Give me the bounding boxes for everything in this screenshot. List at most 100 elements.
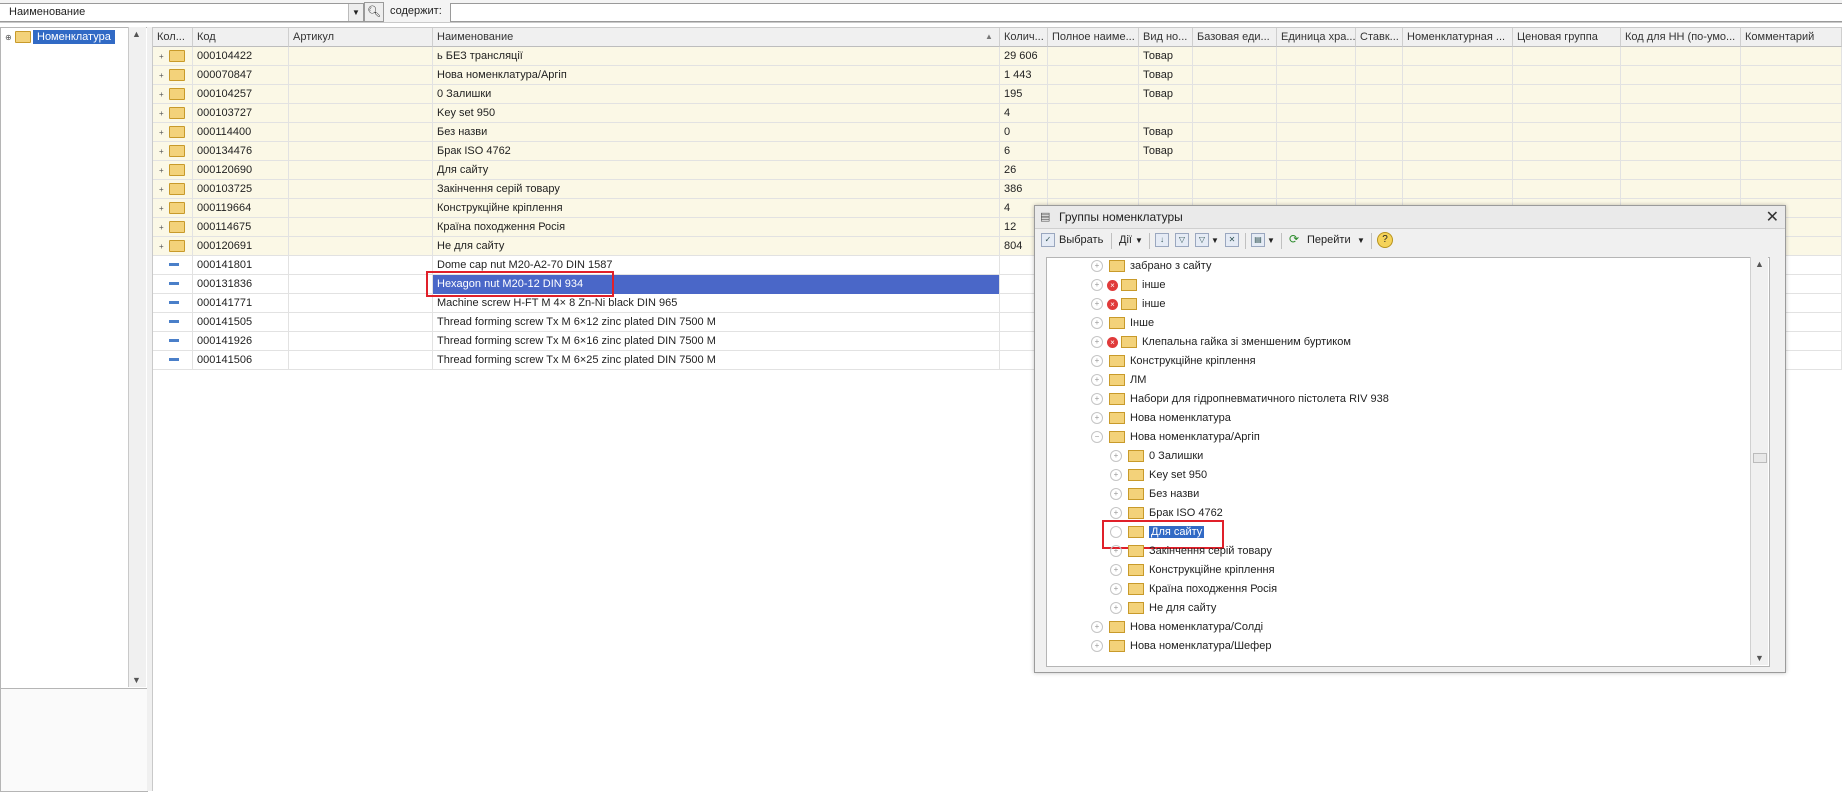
expand-icon[interactable]: + [1110, 545, 1122, 558]
column-header[interactable]: Наименование [433, 28, 1000, 47]
expand-icon[interactable]: + [1110, 469, 1122, 482]
chevron-down-icon[interactable]: ▼ [1267, 236, 1275, 245]
expand-icon[interactable]: + [159, 109, 169, 118]
expand-icon[interactable]: + [159, 147, 169, 156]
expand-icon[interactable]: + [1091, 355, 1103, 368]
chevron-down-icon[interactable]: ▼ [1357, 236, 1365, 245]
expand-icon[interactable]: + [1091, 298, 1103, 311]
column-header[interactable]: Колич... [1000, 28, 1048, 47]
table-row[interactable]: +000104257 0 Залишки 195 Товар [153, 85, 1842, 104]
table-row[interactable]: +000103727 Key set 950 4 [153, 104, 1842, 123]
chevron-down-icon[interactable]: ▼ [348, 4, 363, 21]
expand-icon[interactable]: + [1091, 279, 1103, 292]
group-tree-item[interactable]: + × інше [1091, 279, 1165, 297]
expand-icon[interactable]: + [1110, 564, 1122, 577]
expand-icon[interactable]: + [1110, 450, 1122, 463]
expand-icon[interactable]: + [159, 185, 169, 194]
scroll-thumb[interactable] [1753, 453, 1767, 463]
expand-icon[interactable] [1110, 526, 1122, 539]
column-header[interactable]: Артикул [289, 28, 433, 47]
expand-icon[interactable]: + [1091, 621, 1103, 634]
select-button[interactable]: Выбрать [1059, 234, 1103, 246]
group-tree-item[interactable]: + Країна походження Росія [1110, 583, 1277, 601]
search-button[interactable]: 🔍︎ [364, 2, 384, 22]
group-tree-item[interactable]: + забрано з сайту [1091, 260, 1211, 278]
expand-icon[interactable]: + [1110, 488, 1122, 501]
group-tree-item[interactable]: +0 Залишки [1110, 450, 1203, 468]
expand-icon[interactable]: + [159, 52, 169, 61]
chevron-down-icon[interactable]: ▼ [1211, 236, 1219, 245]
left-tree-scrollbar[interactable]: ▲ ▼ [128, 27, 146, 687]
scroll-down-icon[interactable]: ▼ [1755, 653, 1764, 663]
level-icon[interactable]: ▤ [1251, 233, 1265, 247]
expand-icon[interactable]: + [159, 242, 169, 251]
group-tree-item[interactable]: Для сайту [1110, 526, 1205, 544]
expand-icon[interactable]: ⊕ [5, 33, 15, 42]
group-tree-item[interactable]: + Key set 950 [1110, 469, 1207, 487]
column-header[interactable]: Единица хра... [1277, 28, 1356, 47]
expand-icon[interactable]: + [159, 223, 169, 232]
group-tree-item[interactable]: + Закінчення серій товару [1110, 545, 1272, 563]
sort-ascending-icon[interactable]: ▲ [985, 32, 993, 41]
sort-icon[interactable]: ↓ [1155, 233, 1169, 247]
column-header[interactable]: Базовая еди... [1193, 28, 1277, 47]
clear-filter-icon[interactable]: ✕ [1225, 233, 1239, 247]
refresh-icon[interactable]: ⟳ [1289, 232, 1299, 246]
group-tree-item[interactable]: + Конструкційне кріплення [1110, 564, 1275, 582]
help-icon[interactable]: ? [1377, 232, 1393, 248]
expand-icon[interactable]: + [159, 204, 169, 213]
column-header[interactable]: Комментарий [1741, 28, 1842, 47]
group-tree-item[interactable]: − Нова номенклатура/Аргіп [1091, 431, 1260, 449]
expand-icon[interactable]: + [1110, 602, 1122, 615]
column-header[interactable]: Номенклатурная ... [1403, 28, 1513, 47]
contains-input[interactable] [450, 3, 1842, 22]
group-tree-item[interactable]: + Нова номенклатура [1091, 412, 1231, 430]
scroll-down-icon[interactable]: ▼ [132, 675, 141, 685]
column-header[interactable]: Полное наиме... [1048, 28, 1139, 47]
group-tree-item[interactable]: + Конструкційне кріплення [1091, 355, 1256, 373]
expand-icon[interactable]: + [1091, 640, 1103, 653]
expand-icon[interactable]: + [1110, 583, 1122, 596]
table-row[interactable]: +000103725 Закінчення серій товару 386 [153, 180, 1842, 199]
column-header[interactable]: Ставк... [1356, 28, 1403, 47]
close-icon[interactable]: ✕ [1766, 207, 1779, 227]
expand-icon[interactable]: + [1091, 260, 1103, 273]
actions-menu[interactable]: Дії [1119, 234, 1132, 246]
expand-icon[interactable]: + [1091, 317, 1103, 330]
column-header[interactable]: Ценовая группа [1513, 28, 1621, 47]
expand-icon[interactable]: + [1091, 412, 1103, 425]
group-tree-item[interactable]: + Набори для гідропневматичного пістолета… [1091, 393, 1389, 411]
table-row[interactable]: +000134476 Брак ISO 4762 6 Товар [153, 142, 1842, 161]
filter-settings-icon[interactable]: ▽ [1195, 233, 1209, 247]
dialog-tree-scrollbar[interactable]: ▲ ▼ [1750, 257, 1768, 665]
group-tree-item[interactable]: + Не для сайту [1110, 602, 1216, 620]
tree-root-nomenclature[interactable]: ⊕ Номенклатура [5, 30, 115, 46]
expand-icon[interactable]: + [159, 71, 169, 80]
group-tree-item[interactable]: + Без назви [1110, 488, 1199, 506]
table-row[interactable]: +000120690 Для сайту 26 [153, 161, 1842, 180]
expand-icon[interactable]: + [1091, 393, 1103, 406]
collapse-icon[interactable]: − [1091, 431, 1103, 444]
filter-icon[interactable]: ▽ [1175, 233, 1189, 247]
scroll-up-icon[interactable]: ▲ [1755, 259, 1764, 269]
group-tree-item[interactable]: + × Клепальна гайка зі зменшеним буртиком [1091, 336, 1351, 354]
expand-icon[interactable]: + [1110, 507, 1122, 520]
group-tree-item[interactable]: + ЛМ [1091, 374, 1146, 392]
goto-menu[interactable]: Перейти [1307, 234, 1351, 246]
column-header[interactable]: Код [193, 28, 289, 47]
expand-icon[interactable]: + [1091, 336, 1103, 349]
expand-icon[interactable]: + [159, 128, 169, 137]
table-row[interactable]: +000104422 ь БЕЗ трансляції 29 606 Товар [153, 47, 1842, 66]
filter-field-select[interactable]: Наименование ▼ [0, 3, 364, 22]
group-tree-item[interactable]: + Нова номенклатура/Шефер [1091, 640, 1271, 658]
group-tree-item[interactable]: + Інше [1091, 317, 1154, 335]
table-row[interactable]: +000070847 Нова номенклатура/Аргіп 1 443 То… [153, 66, 1842, 85]
chevron-down-icon[interactable]: ▼ [1135, 236, 1143, 245]
group-tree-item[interactable]: + × інше [1091, 298, 1165, 316]
group-tree-item[interactable]: + Брак ISO 4762 [1110, 507, 1223, 525]
scroll-up-icon[interactable]: ▲ [132, 29, 141, 39]
column-header[interactable]: Вид но... [1139, 28, 1193, 47]
expand-icon[interactable]: + [1091, 374, 1103, 387]
expand-icon[interactable]: + [159, 166, 169, 175]
expand-icon[interactable]: + [159, 90, 169, 99]
